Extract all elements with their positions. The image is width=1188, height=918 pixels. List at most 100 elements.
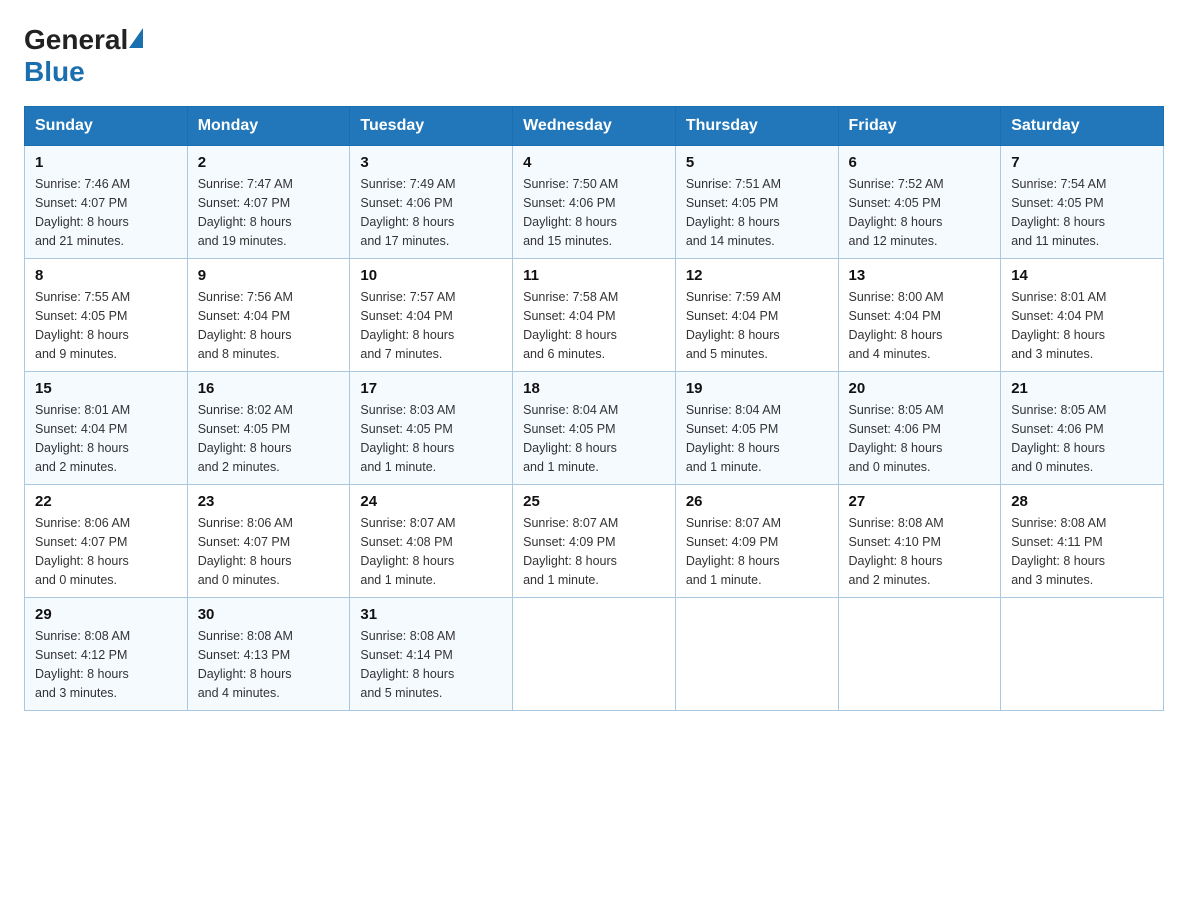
day-info: Sunrise: 8:03 AMSunset: 4:05 PMDaylight:… [360, 401, 502, 476]
calendar-week-row: 1 Sunrise: 7:46 AMSunset: 4:07 PMDayligh… [25, 146, 1164, 259]
calendar-cell: 5 Sunrise: 7:51 AMSunset: 4:05 PMDayligh… [675, 146, 838, 259]
day-number: 6 [849, 154, 991, 171]
calendar-cell: 28 Sunrise: 8:08 AMSunset: 4:11 PMDaylig… [1001, 485, 1164, 598]
day-info: Sunrise: 8:01 AMSunset: 4:04 PMDaylight:… [1011, 288, 1153, 363]
day-info: Sunrise: 8:04 AMSunset: 4:05 PMDaylight:… [686, 401, 828, 476]
calendar-cell [1001, 598, 1164, 711]
day-number: 19 [686, 380, 828, 397]
calendar-cell: 7 Sunrise: 7:54 AMSunset: 4:05 PMDayligh… [1001, 146, 1164, 259]
calendar-cell: 11 Sunrise: 7:58 AMSunset: 4:04 PMDaylig… [513, 259, 676, 372]
weekday-header-saturday: Saturday [1001, 107, 1164, 146]
day-info: Sunrise: 8:07 AMSunset: 4:08 PMDaylight:… [360, 514, 502, 589]
day-info: Sunrise: 8:08 AMSunset: 4:13 PMDaylight:… [198, 627, 340, 702]
calendar-cell: 19 Sunrise: 8:04 AMSunset: 4:05 PMDaylig… [675, 372, 838, 485]
calendar-cell [838, 598, 1001, 711]
calendar-cell: 27 Sunrise: 8:08 AMSunset: 4:10 PMDaylig… [838, 485, 1001, 598]
day-number: 3 [360, 154, 502, 171]
day-info: Sunrise: 7:52 AMSunset: 4:05 PMDaylight:… [849, 175, 991, 250]
day-info: Sunrise: 8:02 AMSunset: 4:05 PMDaylight:… [198, 401, 340, 476]
day-number: 16 [198, 380, 340, 397]
calendar-cell: 13 Sunrise: 8:00 AMSunset: 4:04 PMDaylig… [838, 259, 1001, 372]
weekday-header-wednesday: Wednesday [513, 107, 676, 146]
calendar-cell: 14 Sunrise: 8:01 AMSunset: 4:04 PMDaylig… [1001, 259, 1164, 372]
day-number: 26 [686, 493, 828, 510]
day-number: 29 [35, 606, 177, 623]
day-info: Sunrise: 7:50 AMSunset: 4:06 PMDaylight:… [523, 175, 665, 250]
calendar-cell: 10 Sunrise: 7:57 AMSunset: 4:04 PMDaylig… [350, 259, 513, 372]
calendar-cell: 18 Sunrise: 8:04 AMSunset: 4:05 PMDaylig… [513, 372, 676, 485]
day-info: Sunrise: 7:57 AMSunset: 4:04 PMDaylight:… [360, 288, 502, 363]
day-info: Sunrise: 8:04 AMSunset: 4:05 PMDaylight:… [523, 401, 665, 476]
day-info: Sunrise: 8:06 AMSunset: 4:07 PMDaylight:… [198, 514, 340, 589]
calendar-cell: 4 Sunrise: 7:50 AMSunset: 4:06 PMDayligh… [513, 146, 676, 259]
day-number: 15 [35, 380, 177, 397]
calendar-cell: 15 Sunrise: 8:01 AMSunset: 4:04 PMDaylig… [25, 372, 188, 485]
day-number: 11 [523, 267, 665, 284]
day-info: Sunrise: 7:47 AMSunset: 4:07 PMDaylight:… [198, 175, 340, 250]
day-number: 9 [198, 267, 340, 284]
day-info: Sunrise: 8:01 AMSunset: 4:04 PMDaylight:… [35, 401, 177, 476]
calendar-cell: 22 Sunrise: 8:06 AMSunset: 4:07 PMDaylig… [25, 485, 188, 598]
day-number: 12 [686, 267, 828, 284]
logo: General Blue [24, 24, 143, 88]
day-number: 30 [198, 606, 340, 623]
day-number: 23 [198, 493, 340, 510]
calendar-week-row: 15 Sunrise: 8:01 AMSunset: 4:04 PMDaylig… [25, 372, 1164, 485]
day-info: Sunrise: 8:08 AMSunset: 4:11 PMDaylight:… [1011, 514, 1153, 589]
day-info: Sunrise: 7:55 AMSunset: 4:05 PMDaylight:… [35, 288, 177, 363]
calendar-cell: 2 Sunrise: 7:47 AMSunset: 4:07 PMDayligh… [187, 146, 350, 259]
calendar-cell: 25 Sunrise: 8:07 AMSunset: 4:09 PMDaylig… [513, 485, 676, 598]
day-info: Sunrise: 8:07 AMSunset: 4:09 PMDaylight:… [523, 514, 665, 589]
calendar-cell: 31 Sunrise: 8:08 AMSunset: 4:14 PMDaylig… [350, 598, 513, 711]
calendar-cell: 20 Sunrise: 8:05 AMSunset: 4:06 PMDaylig… [838, 372, 1001, 485]
day-info: Sunrise: 7:59 AMSunset: 4:04 PMDaylight:… [686, 288, 828, 363]
day-info: Sunrise: 8:05 AMSunset: 4:06 PMDaylight:… [1011, 401, 1153, 476]
day-number: 31 [360, 606, 502, 623]
day-number: 17 [360, 380, 502, 397]
weekday-header-thursday: Thursday [675, 107, 838, 146]
calendar-cell: 16 Sunrise: 8:02 AMSunset: 4:05 PMDaylig… [187, 372, 350, 485]
calendar-week-row: 8 Sunrise: 7:55 AMSunset: 4:05 PMDayligh… [25, 259, 1164, 372]
weekday-header-monday: Monday [187, 107, 350, 146]
day-number: 22 [35, 493, 177, 510]
day-info: Sunrise: 7:58 AMSunset: 4:04 PMDaylight:… [523, 288, 665, 363]
day-number: 20 [849, 380, 991, 397]
day-info: Sunrise: 7:51 AMSunset: 4:05 PMDaylight:… [686, 175, 828, 250]
day-number: 2 [198, 154, 340, 171]
day-info: Sunrise: 7:56 AMSunset: 4:04 PMDaylight:… [198, 288, 340, 363]
day-info: Sunrise: 7:46 AMSunset: 4:07 PMDaylight:… [35, 175, 177, 250]
day-info: Sunrise: 8:08 AMSunset: 4:12 PMDaylight:… [35, 627, 177, 702]
day-info: Sunrise: 8:06 AMSunset: 4:07 PMDaylight:… [35, 514, 177, 589]
day-number: 5 [686, 154, 828, 171]
weekday-header-row: SundayMondayTuesdayWednesdayThursdayFrid… [25, 107, 1164, 146]
day-info: Sunrise: 8:07 AMSunset: 4:09 PMDaylight:… [686, 514, 828, 589]
logo-triangle-icon [129, 28, 143, 48]
day-number: 7 [1011, 154, 1153, 171]
day-info: Sunrise: 7:49 AMSunset: 4:06 PMDaylight:… [360, 175, 502, 250]
calendar-cell: 3 Sunrise: 7:49 AMSunset: 4:06 PMDayligh… [350, 146, 513, 259]
day-number: 1 [35, 154, 177, 171]
calendar-cell: 29 Sunrise: 8:08 AMSunset: 4:12 PMDaylig… [25, 598, 188, 711]
day-info: Sunrise: 8:08 AMSunset: 4:14 PMDaylight:… [360, 627, 502, 702]
calendar-cell: 12 Sunrise: 7:59 AMSunset: 4:04 PMDaylig… [675, 259, 838, 372]
calendar-cell [513, 598, 676, 711]
calendar-table: SundayMondayTuesdayWednesdayThursdayFrid… [24, 106, 1164, 711]
calendar-week-row: 22 Sunrise: 8:06 AMSunset: 4:07 PMDaylig… [25, 485, 1164, 598]
calendar-cell: 6 Sunrise: 7:52 AMSunset: 4:05 PMDayligh… [838, 146, 1001, 259]
weekday-header-sunday: Sunday [25, 107, 188, 146]
day-number: 10 [360, 267, 502, 284]
calendar-cell: 8 Sunrise: 7:55 AMSunset: 4:05 PMDayligh… [25, 259, 188, 372]
logo-blue: Blue [24, 56, 85, 87]
calendar-cell: 9 Sunrise: 7:56 AMSunset: 4:04 PMDayligh… [187, 259, 350, 372]
day-info: Sunrise: 8:05 AMSunset: 4:06 PMDaylight:… [849, 401, 991, 476]
calendar-cell: 1 Sunrise: 7:46 AMSunset: 4:07 PMDayligh… [25, 146, 188, 259]
day-number: 4 [523, 154, 665, 171]
calendar-cell: 26 Sunrise: 8:07 AMSunset: 4:09 PMDaylig… [675, 485, 838, 598]
day-number: 25 [523, 493, 665, 510]
calendar-cell: 21 Sunrise: 8:05 AMSunset: 4:06 PMDaylig… [1001, 372, 1164, 485]
calendar-cell: 17 Sunrise: 8:03 AMSunset: 4:05 PMDaylig… [350, 372, 513, 485]
day-number: 14 [1011, 267, 1153, 284]
day-number: 21 [1011, 380, 1153, 397]
day-number: 8 [35, 267, 177, 284]
day-info: Sunrise: 7:54 AMSunset: 4:05 PMDaylight:… [1011, 175, 1153, 250]
